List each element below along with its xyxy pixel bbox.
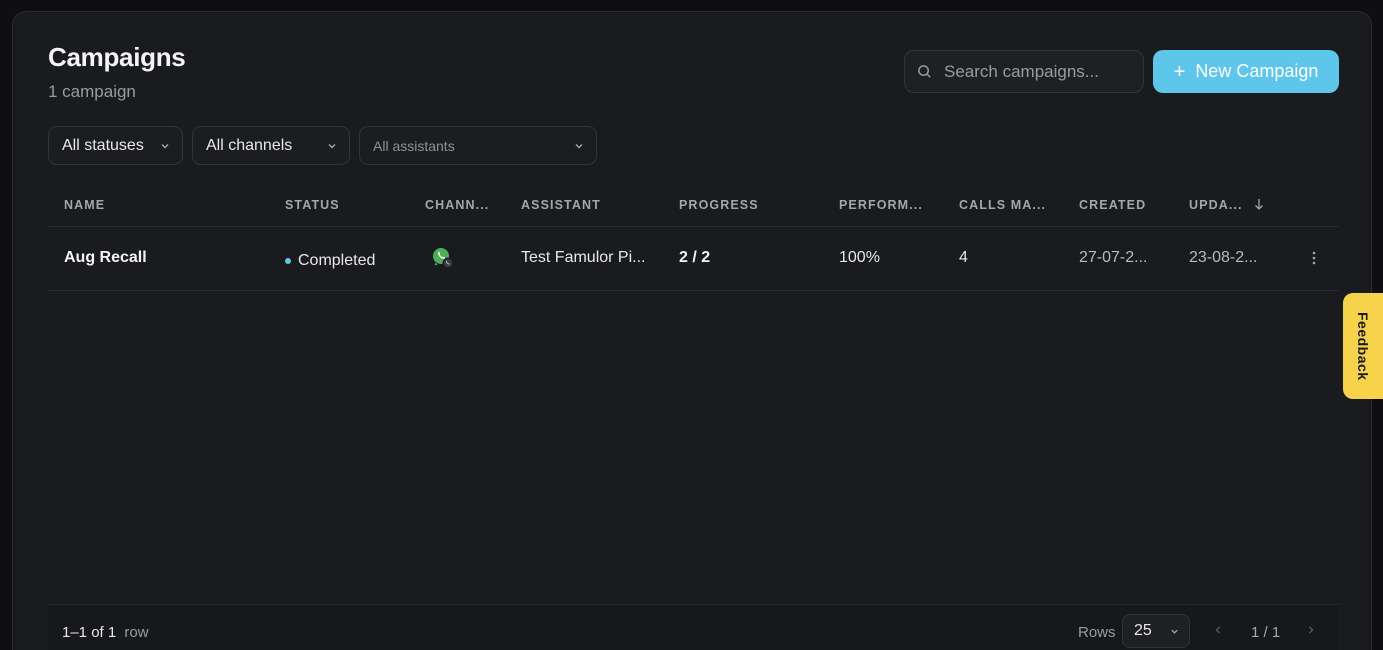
column-header-status[interactable]: STATUS bbox=[285, 198, 340, 212]
whatsapp-call-icon bbox=[433, 248, 454, 269]
row-count: 1–1 of 1 row bbox=[62, 624, 149, 641]
calls-made-value: 4 bbox=[959, 249, 968, 266]
column-header-name[interactable]: NAME bbox=[64, 198, 105, 212]
chevron-down-icon bbox=[1171, 629, 1178, 634]
page-title: Campaigns bbox=[48, 42, 186, 72]
chevron-right-icon bbox=[1309, 626, 1314, 634]
rows-per-page-select[interactable]: 25 bbox=[1122, 614, 1190, 648]
previous-page-button[interactable] bbox=[1208, 619, 1228, 641]
feedback-label: Feedback bbox=[1355, 311, 1371, 381]
sort-descending-icon[interactable] bbox=[1253, 197, 1265, 211]
assistant-name: Test Famulor Pi... bbox=[521, 249, 646, 266]
progress-value: 2 / 2 bbox=[679, 249, 711, 266]
column-header-created[interactable]: CREATED bbox=[1079, 198, 1146, 212]
column-header-progress[interactable]: PROGRESS bbox=[679, 198, 759, 212]
chevron-left-icon bbox=[1215, 626, 1220, 634]
row-total: 1 bbox=[107, 624, 117, 641]
column-header-performance[interactable]: PERFORM... bbox=[839, 198, 923, 212]
page-indicator: 1 / 1 bbox=[1251, 624, 1281, 641]
channel-filter-label: All channels bbox=[206, 136, 293, 154]
next-page-button[interactable] bbox=[1301, 619, 1321, 641]
table-header: NAME STATUS CHANN... ASSISTANT PROGRESS … bbox=[48, 190, 1339, 227]
new-campaign-label: New Campaign bbox=[1195, 61, 1319, 81]
column-header-assistant[interactable]: ASSISTANT bbox=[521, 198, 601, 212]
channel-filter[interactable]: All channels bbox=[192, 126, 350, 165]
chevron-down-icon bbox=[161, 143, 169, 148]
search-input[interactable] bbox=[944, 61, 1124, 82]
updated-date: 23-08-2... bbox=[1189, 249, 1258, 266]
table-footer: 1–1 of 1 row Rows 25 1 / 1 bbox=[48, 604, 1339, 650]
column-header-updated[interactable]: UPDA... bbox=[1189, 198, 1243, 212]
campaigns-panel: Campaigns 1 campaign + New Campaign All … bbox=[12, 11, 1372, 650]
chevron-down-icon bbox=[575, 143, 583, 148]
status-filter-label: All statuses bbox=[62, 136, 144, 154]
status-badge: Completed bbox=[285, 252, 375, 270]
performance-value: 100% bbox=[839, 249, 880, 266]
row-range: 1–1 of bbox=[62, 624, 104, 641]
status-filter[interactable]: All statuses bbox=[48, 126, 183, 165]
row-unit: row bbox=[124, 624, 149, 641]
more-options-icon[interactable] bbox=[1306, 249, 1322, 267]
column-header-channel[interactable]: CHANN... bbox=[425, 198, 489, 212]
rows-per-page-value: 25 bbox=[1134, 622, 1152, 639]
assistant-filter-label: All assistants bbox=[373, 137, 455, 154]
plus-icon: + bbox=[1173, 60, 1186, 83]
status-dot bbox=[285, 258, 291, 264]
new-campaign-button[interactable]: + New Campaign bbox=[1153, 50, 1339, 93]
status-text: Completed bbox=[298, 252, 376, 269]
column-header-calls-made[interactable]: CALLS MA... bbox=[959, 198, 1046, 212]
table-row[interactable]: Aug Recall Completed Test Famulor Pi... … bbox=[48, 227, 1339, 291]
rows-per-page-label: Rows bbox=[1078, 624, 1116, 641]
search-box[interactable] bbox=[904, 50, 1144, 93]
chevron-down-icon bbox=[328, 143, 336, 148]
created-date: 27-07-2... bbox=[1079, 249, 1148, 266]
assistant-filter[interactable]: All assistants bbox=[359, 126, 597, 165]
feedback-tab[interactable]: Feedback bbox=[1343, 293, 1383, 399]
search-icon bbox=[918, 65, 931, 78]
campaign-count: 1 campaign bbox=[48, 82, 136, 101]
campaign-name[interactable]: Aug Recall bbox=[64, 249, 147, 267]
